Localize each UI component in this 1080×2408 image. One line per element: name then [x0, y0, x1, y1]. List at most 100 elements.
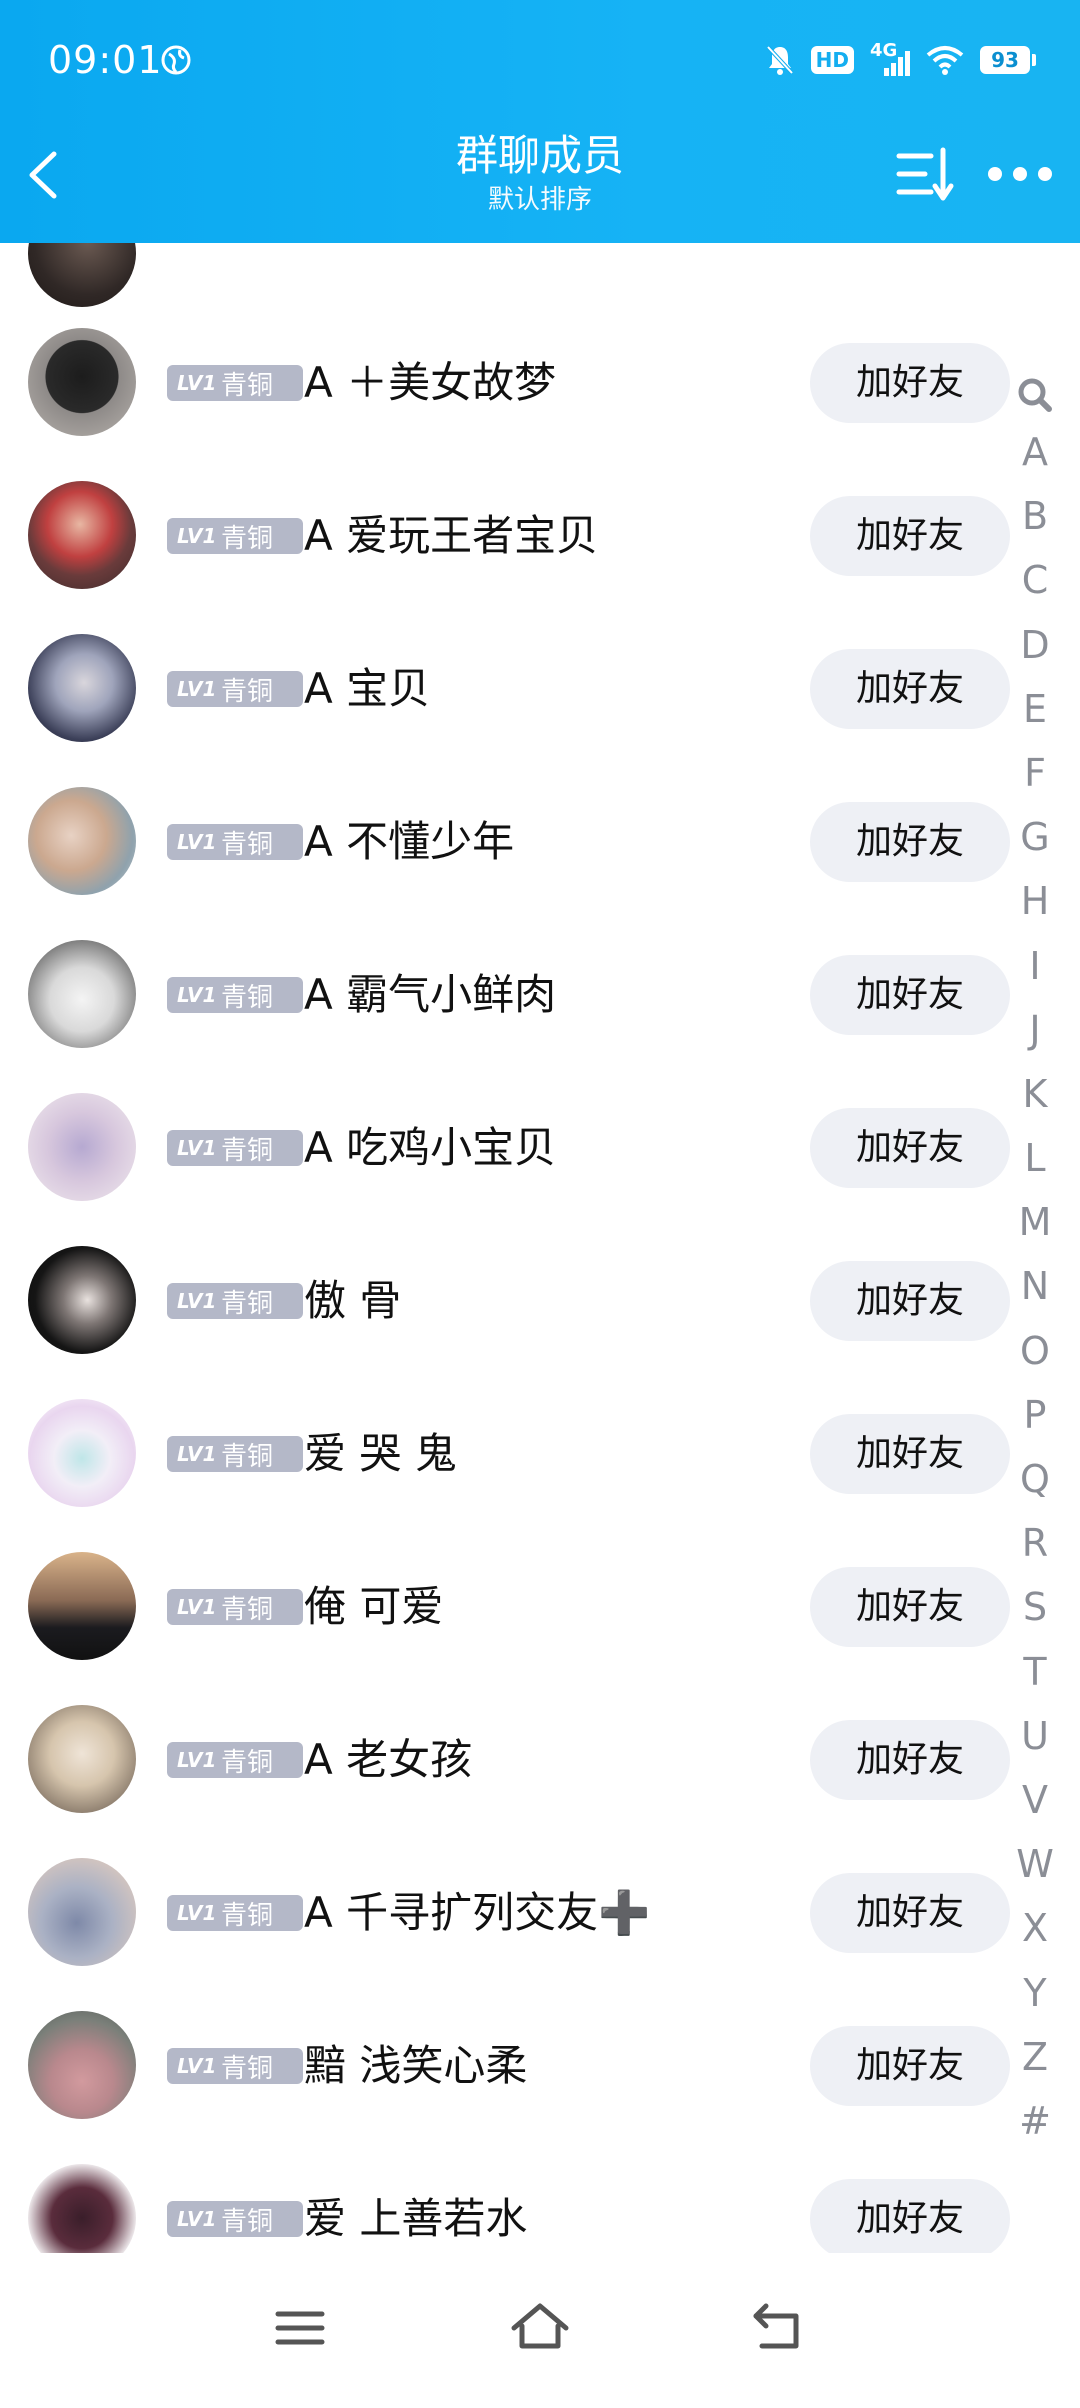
status-time: 09:01 [48, 38, 163, 82]
member-row[interactable]: LV1 青铜 A 霸气小鲜肉 加好友 [0, 918, 1010, 1071]
tier-label: 青铜 [221, 1288, 274, 1319]
tier-label: 青铜 [221, 2053, 274, 2084]
index-letter[interactable]: R [1005, 1511, 1065, 1575]
index-letter[interactable]: Q [1005, 1447, 1065, 1511]
signal-bars-icon [884, 51, 910, 76]
avatar[interactable] [28, 481, 136, 589]
index-letter[interactable]: Z [1005, 2025, 1065, 2089]
status-icons: HD 4G 93 [765, 40, 1036, 80]
member-name: A 宝贝 [304, 664, 431, 713]
search-icon[interactable] [1005, 372, 1065, 420]
member-name: 爱 哭 鬼 [304, 1429, 457, 1478]
index-letter[interactable]: G [1005, 805, 1065, 869]
index-letter[interactable]: I [1005, 934, 1065, 998]
index-letter[interactable]: X [1005, 1896, 1065, 1960]
menu-icon[interactable] [270, 2298, 330, 2358]
add-friend-button[interactable]: 加好友 [810, 496, 1010, 576]
index-letter[interactable]: T [1005, 1640, 1065, 1704]
index-letter[interactable]: D [1005, 613, 1065, 677]
index-letter[interactable]: H [1005, 869, 1065, 933]
tier-label: 青铜 [221, 829, 274, 860]
index-letter[interactable]: F [1005, 741, 1065, 805]
index-letter[interactable]: V [1005, 1768, 1065, 1832]
member-name: A 老女孩 [304, 1735, 473, 1784]
level-badge: LV1 青铜 [167, 1589, 303, 1625]
index-letter[interactable]: W [1005, 1832, 1065, 1896]
level-label: LV1 [177, 524, 217, 548]
more-dots-icon[interactable] [988, 152, 1052, 196]
index-letter[interactable]: O [1005, 1319, 1065, 1383]
member-name: A 不懂少年 [304, 817, 515, 866]
index-letter[interactable]: E [1005, 677, 1065, 741]
member-row[interactable]: LV1 青铜 A 老女孩 加好友 [0, 1683, 1010, 1836]
member-row[interactable]: LV1 青铜 A 宝贝 加好友 [0, 612, 1010, 765]
member-name: A 千寻扩列交友➕ [304, 1888, 651, 1937]
member-row[interactable]: LV1 青铜傲 骨 加好友 [0, 1224, 1010, 1377]
index-letter[interactable]: P [1005, 1383, 1065, 1447]
member-row[interactable]: LV1 青铜 A 爱玩王者宝贝 加好友 [0, 459, 1010, 612]
index-letter[interactable]: U [1005, 1704, 1065, 1768]
add-friend-button[interactable]: 加好友 [810, 649, 1010, 729]
add-friend-button[interactable]: 加好友 [810, 1108, 1010, 1188]
index-letter[interactable]: L [1005, 1126, 1065, 1190]
member-row[interactable]: LV1 青铜黯 浅笑心柔 加好友 [0, 1989, 1010, 2142]
member-row[interactable]: LV1 青铜 A 千寻扩列交友➕ 加好友 [0, 1836, 1010, 1989]
avatar[interactable] [28, 1093, 136, 1201]
level-label: LV1 [177, 2054, 217, 2078]
member-row[interactable]: LV1 青铜俺 可爱 加好友 [0, 1530, 1010, 1683]
back-icon[interactable] [750, 2298, 810, 2358]
avatar[interactable] [28, 2011, 136, 2119]
avatar[interactable] [28, 328, 136, 436]
avatar[interactable] [28, 1552, 136, 1660]
index-letter[interactable]: M [1005, 1190, 1065, 1254]
member-row[interactable]: LV1 青铜 A ＋美女故梦 加好友 [0, 306, 1010, 459]
tier-label: 青铜 [221, 676, 274, 707]
tier-label: 青铜 [221, 523, 274, 554]
level-label: LV1 [177, 1136, 217, 1160]
hd-badge: HD [810, 46, 854, 74]
member-row[interactable]: LV1 青铜 A 吃鸡小宝贝 加好友 [0, 1071, 1010, 1224]
index-letter[interactable]: B [1005, 484, 1065, 548]
avatar[interactable] [28, 634, 136, 742]
index-letter[interactable]: A [1005, 420, 1065, 484]
home-icon[interactable] [510, 2298, 570, 2358]
tier-label: 青铜 [221, 2206, 274, 2237]
alphabet-index-bar[interactable]: A B C D E F G H I J K L M N O P Q R S T U V W X Y Z # [1005, 372, 1065, 2153]
add-friend-button[interactable]: 加好友 [810, 1414, 1010, 1494]
level-badge: LV1 青铜 [167, 1895, 303, 1931]
member-name: 黯 浅笑心柔 [304, 2041, 528, 2090]
level-label: LV1 [177, 830, 217, 854]
avatar[interactable] [28, 243, 136, 307]
index-letter[interactable]: S [1005, 1575, 1065, 1639]
screen: 09:01 HD 4G 93 群聊成员 默认排序 LV1 青铜 A ＋美女故梦 … [0, 0, 1080, 2408]
avatar[interactable] [28, 2164, 136, 2253]
add-friend-button[interactable]: 加好友 [810, 1873, 1010, 1953]
avatar[interactable] [28, 1705, 136, 1813]
avatar[interactable] [28, 787, 136, 895]
add-friend-button[interactable]: 加好友 [810, 1261, 1010, 1341]
index-letter[interactable]: C [1005, 548, 1065, 612]
avatar[interactable] [28, 1246, 136, 1354]
add-friend-button[interactable]: 加好友 [810, 2179, 1010, 2253]
add-friend-button[interactable]: 加好友 [810, 802, 1010, 882]
add-friend-button[interactable]: 加好友 [810, 343, 1010, 423]
avatar[interactable] [28, 1399, 136, 1507]
level-badge: LV1 青铜 [167, 1283, 303, 1319]
index-letter[interactable]: J [1005, 998, 1065, 1062]
avatar[interactable] [28, 1858, 136, 1966]
index-letter[interactable]: # [1005, 2089, 1065, 2153]
index-letter[interactable]: Y [1005, 1961, 1065, 2025]
add-friend-button[interactable]: 加好友 [810, 955, 1010, 1035]
tier-label: 青铜 [221, 1747, 274, 1778]
member-row[interactable]: LV1 青铜 A 不懂少年 加好友 [0, 765, 1010, 918]
avatar[interactable] [28, 940, 136, 1048]
member-row[interactable]: LV1 青铜爱 哭 鬼 加好友 [0, 1377, 1010, 1530]
sort-icon[interactable] [895, 144, 957, 204]
member-row[interactable]: LV1 青铜爱 上善若水 加好友 [0, 2142, 1010, 2253]
add-friend-button[interactable]: 加好友 [810, 2026, 1010, 2106]
add-friend-button[interactable]: 加好友 [810, 1567, 1010, 1647]
index-letter[interactable]: N [1005, 1254, 1065, 1318]
add-friend-button[interactable]: 加好友 [810, 1720, 1010, 1800]
index-letter[interactable]: K [1005, 1062, 1065, 1126]
level-label: LV1 [177, 983, 217, 1007]
